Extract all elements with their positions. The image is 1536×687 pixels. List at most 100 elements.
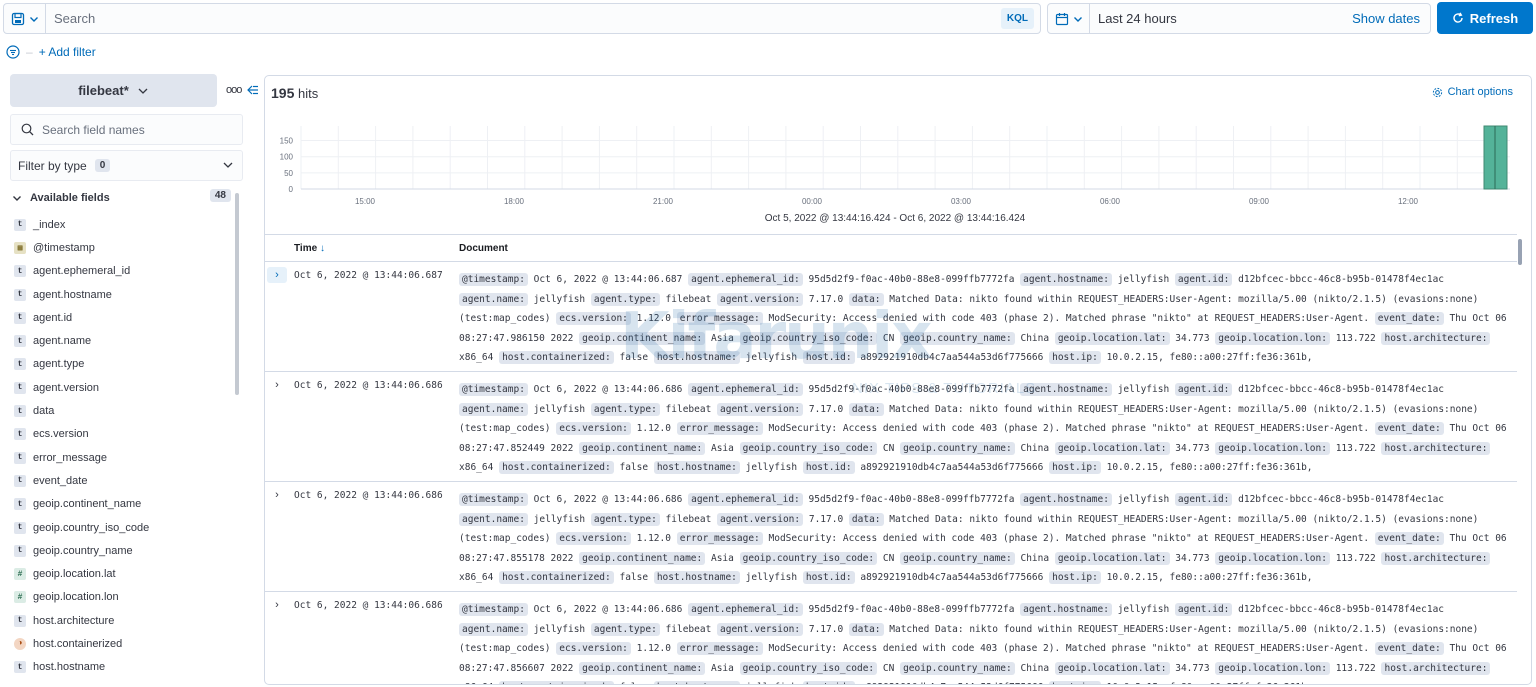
- field-value: 113.722: [1335, 332, 1376, 344]
- field-item[interactable]: t geoip.country_iso_code: [14, 516, 234, 539]
- expand-row-icon[interactable]: ›: [267, 597, 287, 613]
- string-type-icon: t: [14, 358, 26, 371]
- field-value: 95d5d2f9-f0ac-40b0-88e8-099ffb7772fa: [808, 274, 1015, 285]
- chart-options-button[interactable]: Chart options: [1432, 86, 1513, 98]
- field-key: agent.name:: [459, 292, 528, 306]
- field-item[interactable]: t agent.version: [14, 376, 234, 399]
- field-item[interactable]: t agent.type: [14, 353, 234, 376]
- sidebar-scrollbar[interactable]: [235, 193, 239, 395]
- y-tick-label: 0: [289, 185, 294, 194]
- show-dates-link[interactable]: Show dates: [1352, 11, 1430, 26]
- collapse-sidebar-icon[interactable]: [247, 84, 259, 96]
- field-value: filebeat: [665, 623, 712, 635]
- string-type-icon: t: [14, 335, 26, 348]
- field-item[interactable]: t data: [14, 399, 234, 422]
- field-key: ecs.version:: [556, 642, 631, 655]
- field-name: _index: [33, 218, 66, 231]
- field-search-input[interactable]: [42, 122, 232, 137]
- refresh-button[interactable]: Refresh: [1437, 2, 1533, 34]
- options-dots-icon[interactable]: ooo: [226, 84, 242, 96]
- field-value: jellyfish: [1117, 274, 1170, 285]
- expand-row-icon[interactable]: ›: [267, 487, 287, 503]
- field-key: agent.hostname:: [1020, 383, 1112, 396]
- table-row: › Oct 6, 2022 @ 13:44:06.686 @timestamp: O…: [265, 592, 1517, 684]
- filter-menu-icon[interactable]: [6, 45, 20, 59]
- field-value: ModSecurity: Access denied with code 403…: [768, 643, 1370, 654]
- field-key: host.hostname:: [653, 681, 740, 684]
- field-value: jellyfish: [533, 293, 586, 305]
- string-type-icon: t: [14, 218, 26, 231]
- expand-row-icon[interactable]: ›: [267, 377, 287, 393]
- field-key: error_message:: [676, 312, 763, 325]
- field-name: geoip.continent_name: [33, 498, 142, 511]
- field-value: China: [1020, 662, 1050, 674]
- search-input[interactable]: [46, 4, 1001, 33]
- column-header-time[interactable]: Time ↓: [294, 243, 325, 254]
- field-key: host.hostname:: [653, 351, 740, 364]
- x-tick-label: 09:00: [1249, 197, 1270, 206]
- field-key: agent.hostname:: [1020, 603, 1112, 616]
- string-type-icon: t: [14, 498, 26, 511]
- field-value: 10.0.2.15, fe80::a00:27ff:fe36:361b,: [1107, 682, 1313, 684]
- results-scrollbar[interactable]: [1518, 239, 1522, 265]
- x-tick-label: 15:00: [355, 197, 376, 206]
- field-item[interactable]: ▦ @timestamp: [14, 236, 234, 259]
- field-key: host.hostname:: [653, 461, 740, 474]
- expand-row-icon[interactable]: ›: [267, 267, 287, 283]
- field-value: x86_64: [459, 352, 494, 363]
- y-tick-label: 150: [280, 137, 294, 146]
- field-key: agent.version:: [717, 292, 804, 306]
- field-item[interactable]: # geoip.location.lon: [14, 586, 234, 609]
- kql-language-button[interactable]: KQL: [1000, 8, 1034, 29]
- field-value: 34.773: [1175, 332, 1210, 344]
- field-key: agent.id:: [1174, 273, 1233, 286]
- add-filter-button[interactable]: + Add filter: [39, 45, 96, 59]
- field-key: geoip.country_name:: [900, 441, 1015, 455]
- field-key: host.id:: [802, 351, 855, 364]
- sort-arrow-icon[interactable]: ↓: [320, 243, 325, 254]
- field-key: host.containerized:: [499, 351, 614, 364]
- field-key: agent.version:: [717, 622, 804, 636]
- field-item[interactable]: t ecs.version: [14, 423, 234, 446]
- field-name: agent.version: [33, 381, 100, 394]
- field-value: 7.17.0: [808, 513, 844, 525]
- field-value: Oct 6, 2022 @ 13:44:06.686: [533, 494, 683, 505]
- field-name: ecs.version: [33, 428, 89, 441]
- field-value: 95d5d2f9-f0ac-40b0-88e8-099ffb7772fa: [808, 604, 1015, 615]
- field-item[interactable]: # geoip.location.lat: [14, 562, 234, 585]
- field-value: d12bfcec-bbcc-46c8-b95b-01478f4ec1ac: [1238, 384, 1445, 395]
- field-value: false: [619, 682, 648, 684]
- field-item[interactable]: t host.hostname: [14, 656, 234, 679]
- field-key: agent.name:: [459, 622, 528, 636]
- available-fields-toggle[interactable]: Available fields 48: [12, 189, 231, 207]
- field-key: geoip.location.lon:: [1215, 661, 1330, 675]
- field-item[interactable]: t agent.name: [14, 329, 234, 352]
- field-value: jellyfish: [745, 352, 798, 363]
- field-item[interactable]: t geoip.continent_name: [14, 493, 234, 516]
- filter-bar: – + Add filter: [6, 42, 96, 62]
- field-item[interactable]: t geoip.country_name: [14, 539, 234, 562]
- field-item[interactable]: ◑ host.containerized: [14, 632, 234, 655]
- field-key: data:: [848, 622, 884, 636]
- field-item[interactable]: t agent.hostname: [14, 283, 234, 306]
- field-item[interactable]: t host.architecture: [14, 609, 234, 632]
- field-key: geoip.location.lat:: [1054, 551, 1170, 565]
- field-item[interactable]: t event_date: [14, 469, 234, 492]
- quick-menu-button[interactable]: [1048, 4, 1090, 33]
- filter-by-type-button[interactable]: Filter by type 0: [10, 150, 243, 181]
- date-range-value[interactable]: Last 24 hours: [1090, 11, 1352, 26]
- saved-query-button[interactable]: [4, 4, 46, 33]
- string-type-icon: t: [14, 521, 26, 534]
- field-key: agent.type:: [590, 292, 660, 306]
- field-item[interactable]: t agent.ephemeral_id: [14, 260, 234, 283]
- field-value: 10.0.2.15, fe80::a00:27ff:fe36:361b,: [1106, 352, 1313, 363]
- field-item[interactable]: t agent.id: [14, 306, 234, 329]
- date-type-icon: ▦: [14, 241, 26, 254]
- field-item[interactable]: t _index: [14, 213, 234, 236]
- index-pattern-selector[interactable]: filebeat*: [10, 74, 217, 107]
- field-key: error_message:: [676, 532, 763, 545]
- field-value: 1.12.0: [636, 313, 671, 324]
- field-sidebar: filebeat* ooo Filter by type 0 Available…: [0, 70, 262, 687]
- field-item[interactable]: t error_message: [14, 446, 234, 469]
- search-icon: [21, 123, 34, 136]
